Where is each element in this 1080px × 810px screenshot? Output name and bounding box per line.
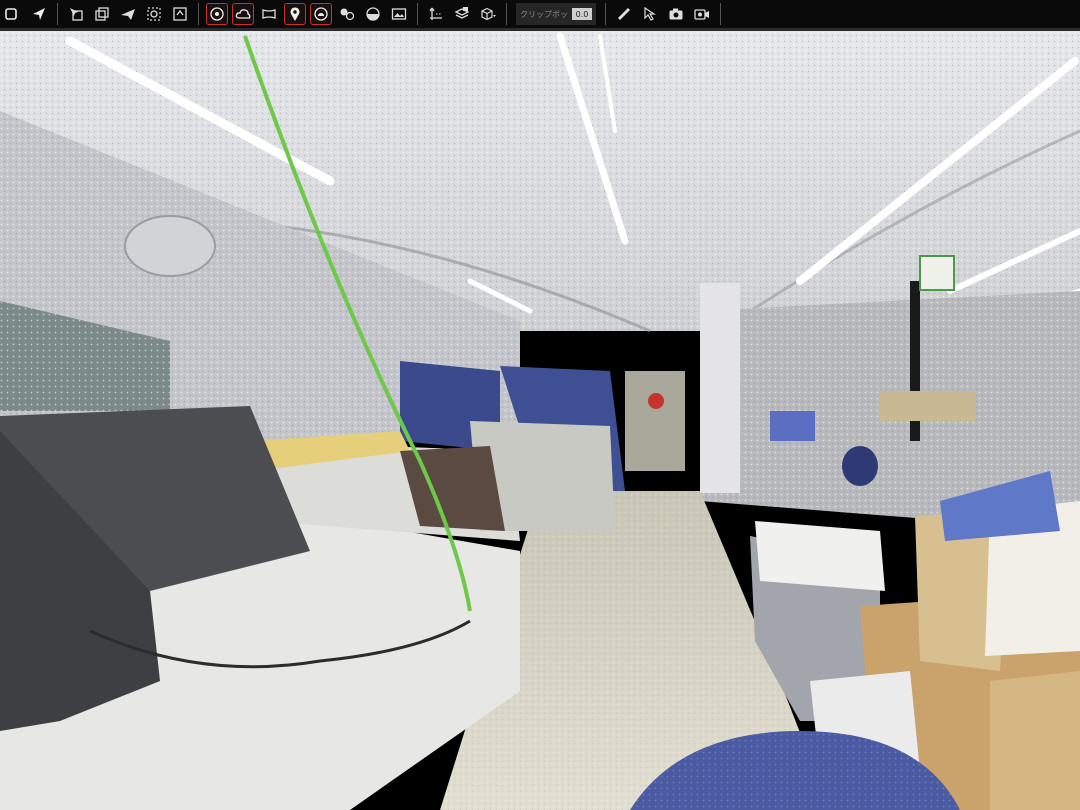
toolbar-divider [417, 3, 418, 25]
blue-monitor [770, 411, 815, 441]
pointer-arrow-icon[interactable] [28, 3, 50, 25]
layers-stack-icon[interactable] [451, 3, 473, 25]
panorama-icon[interactable] [258, 3, 280, 25]
spheres-icon[interactable] [336, 3, 358, 25]
paper-stack [755, 521, 885, 591]
location-pin-icon[interactable] [284, 3, 306, 25]
toolbar-divider [57, 3, 58, 25]
video-camera-icon[interactable] [691, 3, 713, 25]
clip-box-label: クリップボッ [520, 9, 568, 19]
office-chair [842, 446, 878, 486]
top-toolbar: クリップボッ 0.0 [0, 0, 1080, 31]
cloud-icon[interactable] [232, 3, 254, 25]
toolbar-divider [198, 3, 199, 25]
navigate-icon[interactable] [2, 3, 24, 25]
home-view-icon[interactable] [169, 3, 191, 25]
cursor-edit-icon[interactable] [639, 3, 661, 25]
shelf-box [880, 391, 975, 421]
toolbar-divider [506, 3, 507, 25]
corridor-end [625, 371, 685, 471]
copy-paper-box [990, 671, 1080, 810]
clip-box-value-field[interactable]: 0.0 [572, 8, 592, 20]
layers-icon[interactable] [91, 3, 113, 25]
toolbar-divider [605, 3, 606, 25]
clip-box-control[interactable]: クリップボッ 0.0 [516, 3, 596, 25]
select-copy-icon[interactable] [65, 3, 87, 25]
zoom-fit-icon[interactable] [143, 3, 165, 25]
support-column [700, 283, 740, 493]
image-icon[interactable] [388, 3, 410, 25]
wall-clock [124, 215, 216, 277]
half-sphere-icon[interactable] [362, 3, 384, 25]
axis-icon[interactable] [425, 3, 447, 25]
toolbar-divider [720, 3, 721, 25]
measure-ruler-icon[interactable] [613, 3, 635, 25]
scan-cloud-icon[interactable] [310, 3, 332, 25]
point-cloud-viewport[interactable] [0, 31, 1080, 810]
flight-icon[interactable] [117, 3, 139, 25]
camera-icon[interactable] [665, 3, 687, 25]
box-dropdown-icon[interactable] [477, 3, 499, 25]
green-sign [919, 255, 955, 291]
red-sign [648, 393, 664, 409]
point-cloud-scene [0, 31, 1080, 810]
point-target-icon[interactable] [206, 3, 228, 25]
